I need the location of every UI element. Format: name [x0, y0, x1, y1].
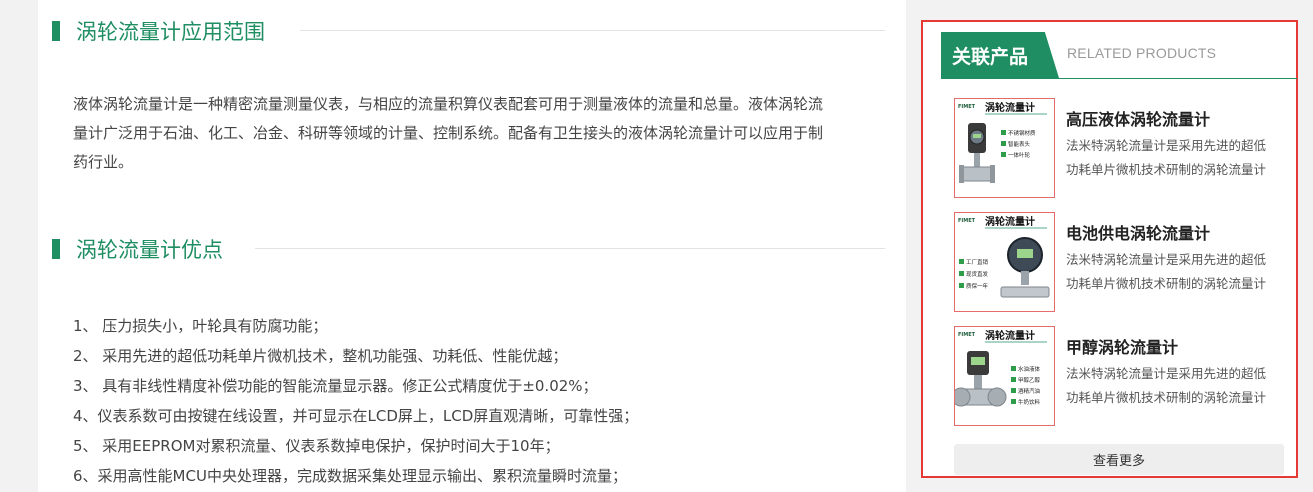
thumb-feature: 酒精汽油 [1018, 387, 1041, 395]
related-products-title: 关联产品 [941, 32, 1059, 78]
heading-marker [52, 239, 60, 259]
list-item: 3、 具有非线性精度补偿功能的智能流量显示器。修正公式精度优于±0.02%； [73, 377, 598, 395]
flowmeter-image: FIMET 涡轮流量计 水油液体 甲醇乙醇 酒精汽油 牛奶饮料 [955, 327, 1054, 425]
thumb-title: 涡轮流量计 [985, 329, 1035, 342]
product-thumbnail[interactable]: FIMET 涡轮流量计 水油液体 甲醇乙醇 酒精汽油 牛奶饮料 [954, 326, 1055, 426]
list-item: 6、采用高性能MCU中央处理器，完成数据采集处理显示输出、累积流量瞬时流量； [73, 467, 627, 485]
thumb-feature: 甲醇乙醇 [1018, 376, 1041, 384]
product-card[interactable]: FIMET 涡轮流量计 工厂直销 现货直发 质保一年 电池供电涡轮流量计 法米特… [954, 212, 1294, 312]
product-name[interactable]: 电池供电涡轮流量计 [1066, 220, 1210, 244]
view-more-button[interactable]: 查看更多 [954, 444, 1284, 475]
section-heading-application: 涡轮流量计应用范围 [52, 16, 265, 46]
related-products-header: 关联产品 RELATED PRODUCTS [941, 32, 1297, 79]
list-item: 4、仪表系数可由按键在线设置，并可显示在LCD屏上，LCD屏直观清晰，可靠性强； [73, 407, 639, 425]
application-paragraph: 液体涡轮流量计是一种精密流量测量仪表，与相应的流量积算仪表配套可用于测量液体的流… [73, 90, 879, 177]
thumb-brand: FIMET [958, 218, 976, 224]
thumb-title: 涡轮流量计 [985, 215, 1035, 228]
product-name[interactable]: 甲醇涡轮流量计 [1066, 334, 1178, 358]
product-card[interactable]: FIMET 涡轮流量计 水油液体 甲醇乙醇 酒精汽油 牛奶饮料 甲醇涡轮流量计 … [954, 326, 1294, 426]
product-thumbnail[interactable]: FIMET 涡轮流量计 工厂直销 现货直发 质保一年 [954, 212, 1055, 312]
thumb-brand: FIMET [958, 332, 976, 338]
section-title: 涡轮流量计优点 [76, 238, 223, 262]
list-item: 5、 采用EEPROM对累积流量、仪表系数掉电保护，保护时间大于10年； [73, 437, 560, 455]
product-description: 法米特涡轮流量计是采用先进的超低功耗单片微机技术研制的涡轮流量计 [1066, 366, 1267, 405]
section-title: 涡轮流量计应用范围 [76, 20, 265, 44]
thumb-brand: FIMET [958, 104, 976, 110]
thumb-feature: 水油液体 [1018, 365, 1041, 373]
related-products-subtitle: RELATED PRODUCTS [1067, 45, 1217, 61]
product-name[interactable]: 高压液体涡轮流量计 [1066, 106, 1210, 130]
product-description: 法米特涡轮流量计是采用先进的超低功耗单片微机技术研制的涡轮流量计 [1066, 138, 1267, 177]
thumb-feature: 工厂直销 [966, 258, 989, 266]
thumb-title: 涡轮流量计 [985, 101, 1035, 114]
product-description: 法米特涡轮流量计是采用先进的超低功耗单片微机技术研制的涡轮流量计 [1066, 252, 1267, 291]
product-thumbnail[interactable]: FIMET 涡轮流量计 不锈钢材质 智能表头 一体叶轮 [954, 98, 1055, 198]
flowmeter-image: FIMET 涡轮流量计 工厂直销 现货直发 质保一年 [955, 213, 1054, 311]
thumb-feature: 智能表头 [1008, 140, 1031, 148]
paragraph-line: 药行业。 [73, 153, 134, 171]
flowmeter-image: FIMET 涡轮流量计 不锈钢材质 智能表头 一体叶轮 [955, 99, 1054, 197]
list-item: 2、 采用先进的超低功耗单片微机技术，整机功能强、功耗低、性能优越； [73, 347, 568, 365]
section-divider [300, 30, 885, 31]
paragraph-line: 液体涡轮流量计是一种精密流量测量仪表，与相应的流量积算仪表配套可用于测量液体的流… [73, 95, 824, 113]
related-products-panel: 关联产品 RELATED PRODUCTS FIMET 涡轮流量计 不锈钢材质 … [921, 20, 1298, 478]
advantages-list: 1、 压力损失小，叶轮具有防腐功能； 2、 采用先进的超低功耗单片微机技术，整机… [73, 311, 638, 491]
list-item: 1、 压力损失小，叶轮具有防腐功能； [73, 317, 328, 335]
main-content: 涡轮流量计应用范围 液体涡轮流量计是一种精密流量测量仪表，与相应的流量积算仪表配… [38, 0, 906, 492]
thumb-feature: 一体叶轮 [1008, 151, 1031, 159]
product-card[interactable]: FIMET 涡轮流量计 不锈钢材质 智能表头 一体叶轮 高压液体涡轮流量计 法米… [954, 98, 1294, 198]
heading-marker [52, 21, 60, 41]
thumb-feature: 质保一年 [966, 282, 989, 290]
paragraph-line: 量计广泛用于石油、化工、冶金、科研等领域的计量、控制系统。配备有卫生接头的液体涡… [73, 124, 824, 142]
thumb-feature: 不锈钢材质 [1008, 129, 1036, 137]
section-divider [255, 248, 885, 249]
thumb-feature: 牛奶饮料 [1018, 398, 1041, 406]
section-heading-advantages: 涡轮流量计优点 [52, 234, 223, 264]
thumb-feature: 现货直发 [966, 270, 989, 278]
